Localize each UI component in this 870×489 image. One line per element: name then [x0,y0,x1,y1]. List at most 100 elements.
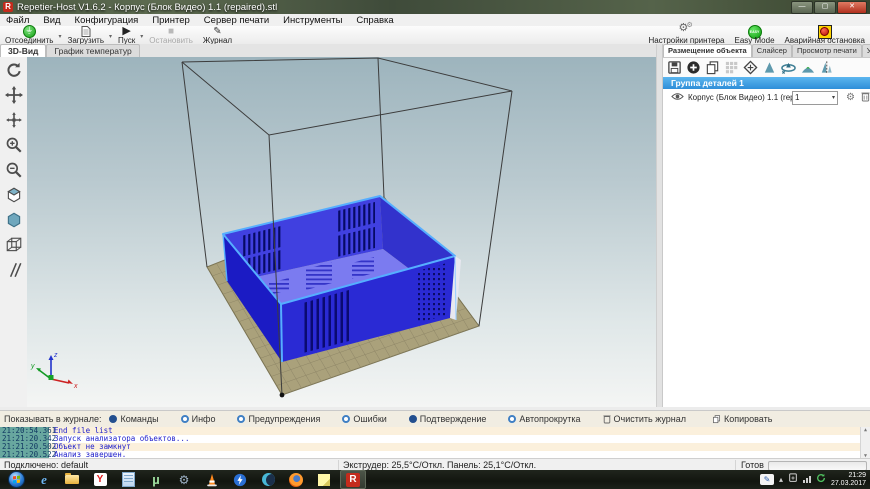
item-settings-icon[interactable]: ⚙ [846,93,855,103]
view-toolstrip [0,57,28,407]
log-output[interactable]: 21:20:54.361End file list 21:21:20.342За… [0,427,870,459]
view-rotate-button[interactable] [3,59,25,81]
windows-taskbar: e Y µ ⚙ R ✎ ▴ 21:29 27.03.2017 [0,470,870,489]
menu-help[interactable]: Справка [356,15,393,26]
tab-print-preview[interactable]: Просмотр печати [792,44,862,57]
maximize-button[interactable]: ▢ [814,1,836,14]
toggle-errors[interactable]: Ошибки [342,414,386,424]
zoom-out-button[interactable] [3,159,25,181]
vlc-icon[interactable] [200,471,224,488]
view-isometric-button[interactable] [3,184,25,206]
autoposition-button [723,59,740,76]
tab-manual-control[interactable]: Управление [862,44,870,57]
3d-viewport[interactable]: z x y [27,57,656,407]
log-panel: Показывать в журнале: Команды Инфо Преду… [0,410,870,459]
minimize-button[interactable]: — [791,1,813,14]
stop-print-button: ■ Остановить [144,26,198,45]
start-print-button[interactable]: ▶ Пуск [113,26,140,45]
network-icon[interactable] [803,476,811,483]
tab-temperature-graph[interactable]: График температур [46,44,139,57]
log-scrollbar[interactable]: ▲ ▼ [860,427,870,459]
start-dropdown[interactable]: ▾ [140,33,143,40]
main-toolbar: ⏚ Отсоединить ▾ Загрузить ▾ ▶ Пуск ▾ ■ О… [0,26,870,45]
view-front-button[interactable] [3,209,25,231]
load-button[interactable]: Загрузить [62,26,109,45]
repetier-host-icon[interactable]: R [340,470,366,489]
copy-object-button[interactable] [704,59,721,76]
emergency-stop-button[interactable]: Аварийная остановка [780,26,870,45]
object-group-header[interactable]: Группа деталей 1 [663,77,870,89]
update-icon[interactable] [816,473,826,486]
object-list-item[interactable]: Корпус (Блок Видео) 1.1 (repaired) 1 ▾ ⚙ [663,89,870,106]
menu-config[interactable]: Конфигурация [75,15,139,26]
taskbar-clock[interactable]: 21:29 27.03.2017 [831,472,866,488]
toggle-commands[interactable]: Команды [109,414,158,424]
object-item-name: Корпус (Блок Видео) 1.1 (repaired) [688,93,792,102]
safely-remove-icon[interactable] [788,473,798,486]
menu-file[interactable]: Файл [6,15,29,26]
load-dropdown[interactable]: ▾ [109,33,112,40]
menu-view[interactable]: Вид [43,15,60,26]
log-filter-bar: Показывать в журнале: Команды Инфо Преду… [0,411,870,427]
axis-x-label: x [73,383,78,390]
save-button[interactable] [666,59,683,76]
explorer-icon[interactable] [60,471,84,488]
toggle-autoscroll[interactable]: Автопрокрутка [508,414,580,424]
gears-icon: ⚙⚙ [678,26,694,37]
toggle-log-button[interactable]: ✎ Журнал [198,26,237,45]
object-move-button[interactable] [3,109,25,131]
temperature-status: Экструдер: 25,5°C/Откл. Панель: 25,1°C/О… [343,460,536,470]
clear-log-button[interactable]: Очистить журнал [603,414,686,424]
internet-explorer-icon[interactable]: e [32,471,56,488]
scale-object-button[interactable] [761,59,778,76]
3d-scene[interactable]: z x y [27,57,656,407]
log-filter-label: Показывать в журнале: [4,414,101,424]
view-tabs: 3D-Вид График температур [0,44,656,58]
menu-printer[interactable]: Принтер [152,15,189,26]
repetier-host-window: R Repetier-Host V1.6.2 - Корпус (Блок Ви… [0,0,870,489]
object-panel: Размещение объекта Слайсер Просмотр печа… [662,44,870,407]
printer-settings-button[interactable]: ⚙⚙ Настройки принтера [643,26,729,45]
toggle-info[interactable]: Инфо [181,414,216,424]
copy-log-button[interactable]: Копировать [712,414,772,424]
start-button[interactable] [4,471,28,488]
disconnect-button[interactable]: ⏚ Отсоединить [0,26,58,45]
view-perspective-button[interactable] [3,234,25,256]
toggle-warnings[interactable]: Предупреждения [237,414,320,424]
menu-tools[interactable]: Инструменты [283,15,342,26]
disconnect-dropdown[interactable]: ▾ [58,33,61,40]
punto-switcher-icon[interactable] [228,471,252,488]
close-button[interactable]: ✕ [837,1,867,14]
language-panel-icon[interactable]: ✎ [760,474,774,485]
sticky-notes-icon[interactable] [312,471,336,488]
visibility-eye-icon[interactable] [671,92,684,103]
comodo-icon[interactable] [256,471,280,488]
axis-z-label: z [53,352,58,359]
rotate-object-button[interactable] [780,59,797,76]
yandex-browser-icon[interactable]: Y [88,471,112,488]
tab-slicer[interactable]: Слайсер [752,44,792,57]
cut-object-button[interactable] [818,59,835,76]
build-volume-back [378,58,384,197]
add-object-button[interactable] [685,59,702,76]
drop-object-button[interactable] [799,59,816,76]
firefox-icon[interactable] [284,471,308,488]
view-parallel-button[interactable] [3,259,25,281]
view-move-button[interactable] [3,84,25,106]
windows-flag-icon [13,476,20,484]
center-object-button[interactable] [742,59,759,76]
copy-count-select[interactable]: 1 ▾ [792,91,838,105]
menu-print-server[interactable]: Сервер печати [204,15,269,26]
title-bar[interactable]: R Repetier-Host V1.6.2 - Корпус (Блок Ви… [0,0,870,14]
easy-mode-button[interactable]: EASY Easy Mode [730,26,780,45]
tray-expand-icon[interactable]: ▴ [779,475,783,484]
zoom-in-button[interactable] [3,134,25,156]
document-app-icon[interactable] [116,471,140,488]
item-delete-icon[interactable] [861,91,870,104]
tab-3d-view[interactable]: 3D-Вид [0,44,46,57]
toggle-ack[interactable]: Подтверждение [409,414,487,424]
right-tabs: Размещение объекта Слайсер Просмотр печа… [663,44,870,58]
system-tool-icon[interactable]: ⚙ [172,471,196,488]
tab-object-placement[interactable]: Размещение объекта [663,44,752,57]
utorrent-icon[interactable]: µ [144,471,168,488]
